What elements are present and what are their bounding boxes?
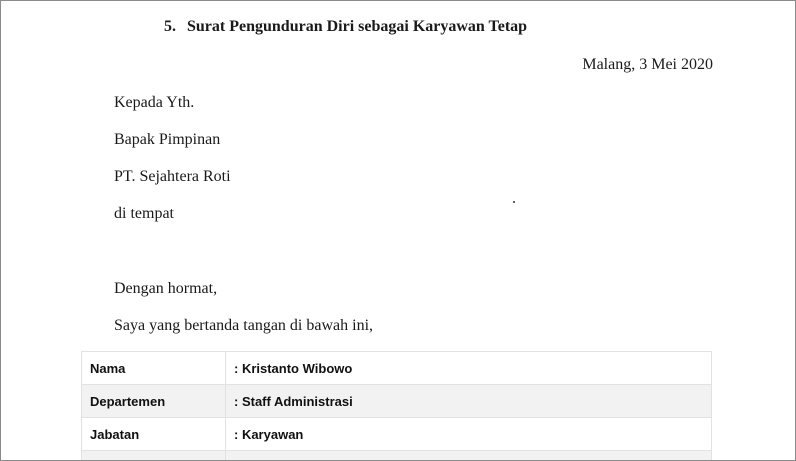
table-row: Jabatan : Karyawan (81, 417, 712, 451)
section-heading: 5. Surat Pengunduran Diri sebagai Karyawa… (164, 15, 527, 39)
row-value (225, 450, 712, 460)
identity-table: Nama : Kristanto Wibowo Departemen : Sta… (81, 351, 712, 460)
recipient-line-2: Bapak Pimpinan (114, 131, 221, 148)
recipient-line-1: Kepada Yth. (114, 94, 195, 111)
table-row (81, 450, 712, 460)
row-value: : Kristanto Wibowo (225, 351, 712, 385)
heading-number: 5. (164, 18, 176, 35)
intro-sentence: Saya yang bertanda tangan di bawah ini, (114, 317, 374, 334)
row-value: : Staff Administrasi (225, 384, 712, 418)
table-row: Nama : Kristanto Wibowo (81, 351, 712, 385)
row-label: Nama (81, 351, 226, 385)
recipient-line-3: PT. Sejahtera Roti (114, 168, 231, 185)
table-row: Departemen : Staff Administrasi (81, 384, 712, 418)
recipient-line-4: di tempat (114, 205, 174, 222)
row-label (81, 450, 226, 460)
row-label: Departemen (81, 384, 226, 418)
heading-title: Surat Pengunduran Diri sebagai Karyawan … (187, 18, 528, 35)
stray-dot (513, 201, 515, 203)
greeting: Dengan hormat, (114, 280, 218, 297)
row-label: Jabatan (81, 417, 226, 451)
letter-date: Malang, 3 Mei 2020 (582, 56, 713, 73)
row-value: : Karyawan (225, 417, 712, 451)
document-page: 5. Surat Pengunduran Diri sebagai Karyawa… (0, 0, 796, 461)
